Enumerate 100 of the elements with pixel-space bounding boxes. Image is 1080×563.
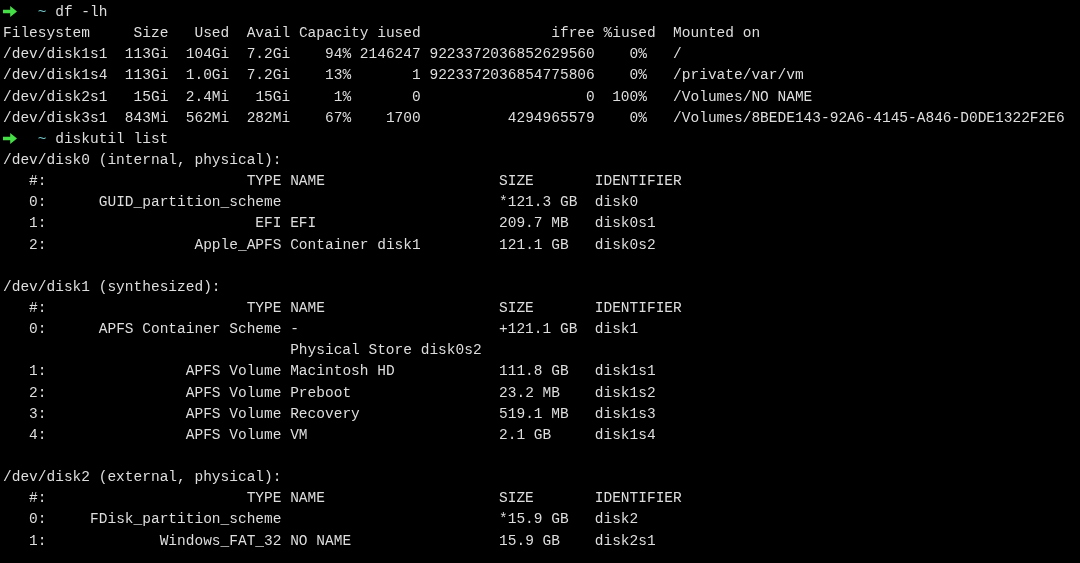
table-cell: disk1s3 [594, 405, 656, 422]
table-cell: 843Mi [124, 109, 169, 126]
table-cell: 13% [325, 67, 352, 84]
table-cell: 23.2 MB [499, 384, 560, 401]
table-cell: disk1 [594, 321, 639, 338]
column-header: IDENTIFIER [594, 299, 682, 316]
table-cell: 1% [333, 88, 352, 105]
table-cell: 1: [29, 215, 47, 232]
column-header: #: [29, 299, 47, 316]
arrow-icon [3, 6, 17, 17]
table-cell: 2: [29, 236, 47, 253]
table-cell: Container disk1 [290, 236, 421, 253]
table-cell: 100% [612, 88, 647, 105]
arrow-icon [3, 132, 17, 144]
table-cell: 7.2Gi [246, 46, 291, 63]
table-cell: 0: [29, 194, 47, 211]
table-cell: APFS Volume [185, 384, 282, 401]
disk-heading: /dev/disk2 (external, physical): [3, 469, 282, 486]
table-cell: GUID_partition_scheme [98, 194, 282, 211]
table-cell: Recovery [290, 405, 360, 422]
table-cell: /Volumes/8BEDE143-92A6-4145-A846-D0DE1322F2E6 [673, 109, 1065, 126]
column-header: IDENTIFIER [594, 173, 682, 190]
table-cell: NO NAME [290, 532, 352, 549]
column-header: Avail [246, 25, 291, 42]
table-cell: 121.1 GB [499, 236, 569, 253]
table-cell: EFI [290, 215, 317, 232]
table-cell: /dev/disk3s1 [3, 109, 108, 126]
column-header: ifree [551, 25, 595, 42]
column-header: #: [29, 490, 47, 507]
column-header: #: [29, 173, 47, 190]
table-cell: /dev/disk2s1 [3, 88, 108, 105]
table-cell: disk2 [594, 511, 639, 528]
table-cell: / [673, 46, 682, 63]
column-header: iused [377, 25, 421, 42]
table-cell: 0: [29, 511, 47, 528]
table-cell: 15Gi [255, 88, 291, 105]
table-cell: 1.0Gi [185, 67, 230, 84]
column-header: TYPE [246, 173, 282, 190]
table-cell: disk0s1 [594, 215, 656, 232]
disk-heading: /dev/disk1 (synthesized): [3, 278, 221, 295]
table-cell: 0% [629, 46, 647, 63]
table-cell: 9223372036854775806 [429, 67, 595, 84]
table-cell: FDisk_partition_scheme [90, 511, 282, 528]
table-cell: 0: [29, 321, 47, 338]
table-cell: 113Gi [124, 67, 169, 84]
table-cell: 15.9 GB [499, 532, 560, 549]
table-cell: 104Gi [185, 46, 230, 63]
table-cell: 7.2Gi [246, 67, 291, 84]
table-cell: Preboot [290, 384, 352, 401]
column-header: Size [133, 25, 169, 42]
command-text: diskutil list [55, 130, 169, 147]
table-cell: 1700 [385, 109, 421, 126]
table-cell: 67% [325, 109, 352, 126]
column-header: Used [194, 25, 230, 42]
command-text: df -lh [55, 4, 108, 20]
column-header: TYPE [246, 490, 282, 507]
table-cell: 1 [412, 67, 421, 84]
table-cell: disk2s1 [594, 532, 656, 549]
table-cell: 3: [29, 405, 47, 422]
table-cell: disk0s2 [594, 236, 656, 253]
table-cell: 2.4Mi [185, 88, 230, 105]
table-cell: 2146247 [359, 46, 421, 63]
column-header: Mounted on [673, 25, 761, 42]
table-cell: 4: [29, 426, 47, 443]
table-cell: 113Gi [124, 46, 169, 63]
table-cell: Physical Store disk0s2 [290, 342, 482, 359]
table-cell: /dev/disk1s4 [3, 67, 108, 84]
table-cell: 1: [29, 363, 47, 380]
table-cell: *121.3 GB [499, 194, 578, 211]
column-header: NAME [290, 490, 325, 507]
table-cell: 9223372036852629560 [429, 46, 595, 63]
table-cell: 4294965579 [507, 109, 595, 126]
table-cell: disk1s4 [594, 426, 656, 443]
column-header: Filesystem [3, 25, 90, 42]
table-cell: 519.1 MB [499, 405, 569, 422]
table-cell: VM [290, 426, 308, 443]
table-cell: disk0 [594, 194, 639, 211]
table-cell: 0 [586, 88, 595, 105]
table-cell: 282Mi [246, 109, 291, 126]
table-cell: 111.8 GB [499, 363, 569, 380]
table-cell: 1: [29, 532, 47, 549]
table-cell: /private/var/vm [673, 67, 804, 84]
column-header: IDENTIFIER [594, 490, 682, 507]
table-cell: 2.1 GB [499, 426, 552, 443]
table-cell: 2: [29, 384, 47, 401]
table-cell: APFS Container Scheme [98, 321, 282, 338]
column-header: SIZE [499, 490, 534, 507]
table-cell: 94% [325, 46, 352, 63]
table-cell: APFS Volume [185, 405, 282, 422]
table-cell: Apple_APFS [194, 236, 282, 253]
table-cell: Windows_FAT_32 [159, 532, 282, 549]
column-header: SIZE [499, 173, 534, 190]
table-cell: disk1s1 [594, 363, 656, 380]
column-header: %iused [603, 25, 656, 42]
table-cell: APFS Volume [185, 363, 282, 380]
table-cell: APFS Volume [185, 426, 282, 443]
table-cell: 15Gi [133, 88, 169, 105]
disk-heading: /dev/disk0 (internal, physical): [3, 152, 282, 168]
table-cell: EFI [255, 215, 282, 232]
column-header: TYPE [246, 299, 282, 316]
